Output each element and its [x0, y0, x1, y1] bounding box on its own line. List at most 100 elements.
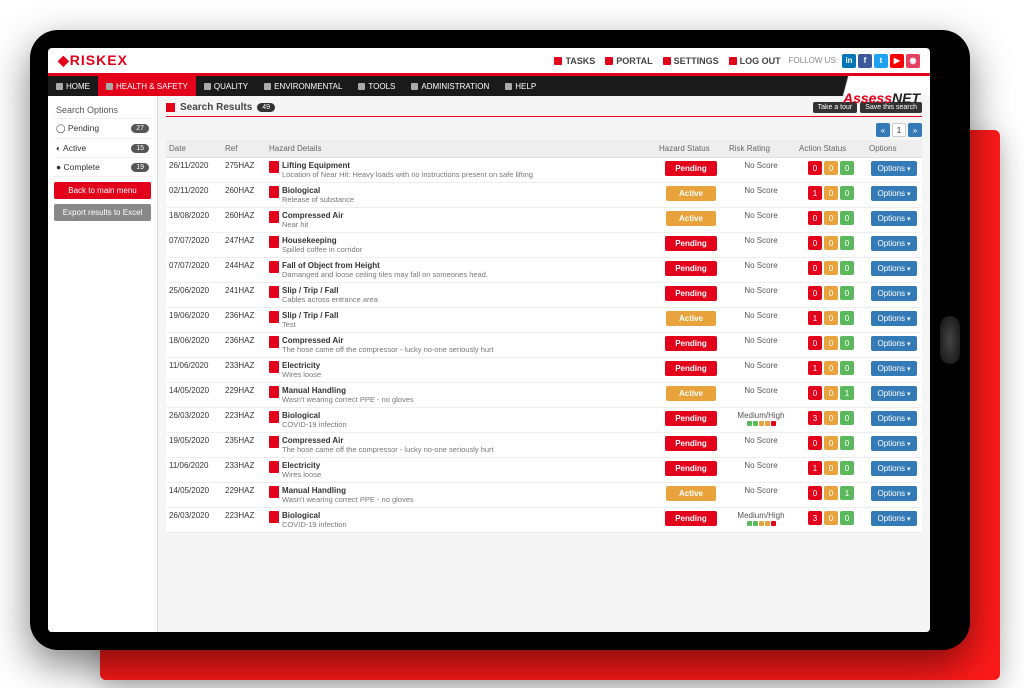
menu-environmental[interactable]: ENVIRONMENTAL [256, 76, 350, 96]
options-button[interactable]: Options [871, 461, 916, 476]
cell-actions: 000 [796, 158, 866, 183]
content-body: Search Options ◯ Pending27◐ Active15● Co… [48, 96, 930, 632]
menu-quality[interactable]: QUALITY [196, 76, 256, 96]
cell-options: Options [866, 158, 922, 183]
filter-complete[interactable]: ● Complete19 [54, 158, 151, 177]
action-count: 0 [824, 311, 838, 325]
tablet-home-button[interactable] [940, 316, 960, 364]
action-count: 0 [840, 336, 854, 350]
cell-date: 14/05/2020 [166, 483, 222, 508]
cell-details: BiologicalRelease of substance [266, 183, 656, 208]
cell-date: 14/05/2020 [166, 383, 222, 408]
cell-risk: Medium/High [726, 508, 796, 533]
cell-date: 02/11/2020 [166, 183, 222, 208]
cell-date: 11/06/2020 [166, 358, 222, 383]
cell-ref: 223HAZ [222, 408, 266, 433]
cell-options: Options [866, 458, 922, 483]
menu-help[interactable]: HELP [497, 76, 544, 96]
back-button[interactable]: Back to main menu [54, 182, 151, 199]
options-button[interactable]: Options [871, 161, 916, 176]
sidebar: Search Options ◯ Pending27◐ Active15● Co… [48, 96, 158, 632]
options-button[interactable]: Options [871, 436, 916, 451]
pager-next[interactable]: » [908, 123, 922, 137]
col-action-status: Action Status [796, 140, 866, 158]
action-count: 1 [808, 361, 822, 375]
cell-actions: 000 [796, 283, 866, 308]
options-button[interactable]: Options [871, 386, 916, 401]
social-icon[interactable]: ▶ [890, 54, 904, 68]
logo-assessnet: AssessNET [843, 90, 920, 106]
cell-details: ElectricityWires loose [266, 458, 656, 483]
top-nav: TASKS PORTAL SETTINGS LOG OUT [554, 56, 780, 66]
options-button[interactable]: Options [871, 186, 916, 201]
menu-administration[interactable]: ADMINISTRATION [403, 76, 497, 96]
document-icon [269, 411, 279, 423]
document-icon [269, 261, 279, 273]
action-count: 0 [808, 436, 822, 450]
action-count: 0 [824, 486, 838, 500]
col-date: Date [166, 140, 222, 158]
cell-actions: 100 [796, 183, 866, 208]
social-icon[interactable]: ◉ [906, 54, 920, 68]
cell-risk: Medium/High [726, 408, 796, 433]
action-count: 0 [824, 386, 838, 400]
filter-pending[interactable]: ◯ Pending27 [54, 119, 151, 139]
cell-status: Pending [656, 458, 726, 483]
menu-home[interactable]: HOME [48, 76, 98, 96]
col-hazard-details: Hazard Details [266, 140, 656, 158]
topnav-tasks[interactable]: TASKS [554, 56, 595, 66]
cell-details: Lifting EquipmentLocation of Near Hit: H… [266, 158, 656, 183]
table-row: 07/07/2020244HAZFall of Object from Heig… [166, 258, 922, 283]
filter-active[interactable]: ◐ Active15 [54, 139, 151, 158]
options-button[interactable]: Options [871, 236, 916, 251]
cell-options: Options [866, 333, 922, 358]
table-row: 07/07/2020247HAZHousekeepingSpilled coff… [166, 233, 922, 258]
action-count: 0 [808, 261, 822, 275]
document-icon [269, 486, 279, 498]
social-icon[interactable]: f [858, 54, 872, 68]
cell-ref: 247HAZ [222, 233, 266, 258]
options-button[interactable]: Options [871, 336, 916, 351]
options-button[interactable]: Options [871, 411, 916, 426]
options-button[interactable]: Options [871, 286, 916, 301]
options-button[interactable]: Options [871, 311, 916, 326]
menu-icon [264, 83, 271, 90]
table-row: 26/11/2020275HAZLifting EquipmentLocatio… [166, 158, 922, 183]
action-count: 0 [824, 211, 838, 225]
cell-actions: 000 [796, 208, 866, 233]
options-button[interactable]: Options [871, 486, 916, 501]
action-count: 0 [808, 161, 822, 175]
topnav-settings[interactable]: SETTINGS [663, 56, 719, 66]
options-button[interactable]: Options [871, 261, 916, 276]
document-icon [269, 386, 279, 398]
options-button[interactable]: Options [871, 361, 916, 376]
menu-icon [505, 83, 512, 90]
cell-risk: No Score [726, 258, 796, 283]
sidebar-title: Search Options [54, 102, 151, 119]
topnav-log-out[interactable]: LOG OUT [729, 56, 781, 66]
menu-health-safety[interactable]: HEALTH & SAFETY [98, 76, 196, 96]
cell-risk: No Score [726, 358, 796, 383]
cell-options: Options [866, 233, 922, 258]
export-button[interactable]: Export results to Excel [54, 204, 151, 221]
cell-details: Compressed AirThe hose came off the comp… [266, 333, 656, 358]
cell-ref: 229HAZ [222, 483, 266, 508]
social-icon[interactable]: in [842, 54, 856, 68]
action-count: 1 [808, 311, 822, 325]
options-button[interactable]: Options [871, 511, 916, 526]
cell-details: Slip / Trip / FallTest [266, 308, 656, 333]
action-count: 0 [808, 211, 822, 225]
table-row: 19/06/2020236HAZSlip / Trip / FallTestAc… [166, 308, 922, 333]
cell-ref: 241HAZ [222, 283, 266, 308]
menu-icon [106, 83, 113, 90]
cell-ref: 235HAZ [222, 433, 266, 458]
cell-date: 18/08/2020 [166, 208, 222, 233]
menu-icon [56, 83, 63, 90]
social-icon[interactable]: t [874, 54, 888, 68]
options-button[interactable]: Options [871, 211, 916, 226]
cell-status: Pending [656, 258, 726, 283]
menu-tools[interactable]: TOOLS [350, 76, 403, 96]
pager-prev[interactable]: « [876, 123, 890, 137]
action-count: 3 [808, 411, 822, 425]
topnav-portal[interactable]: PORTAL [605, 56, 652, 66]
